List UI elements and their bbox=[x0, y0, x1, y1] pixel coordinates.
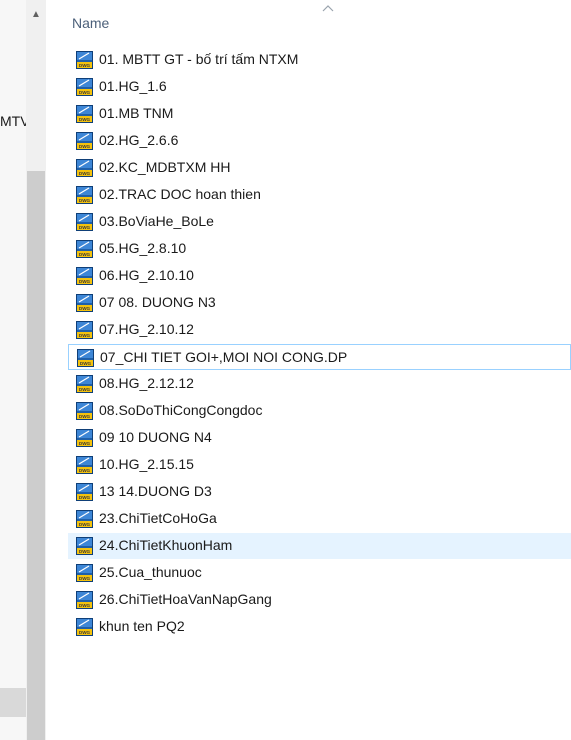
svg-text:DWG: DWG bbox=[79, 117, 91, 122]
file-name: 02.TRAC DOC hoan thien bbox=[99, 186, 261, 202]
file-name: khun ten PQ2 bbox=[99, 618, 185, 634]
file-name: 01.HG_1.6 bbox=[99, 78, 167, 94]
dwg-file-icon: DWG bbox=[76, 267, 93, 285]
file-row[interactable]: DWG 13 14.DUONG D3 bbox=[68, 479, 571, 505]
file-row[interactable]: DWG 26.ChiTietHoaVanNapGang bbox=[68, 587, 571, 613]
file-name: 26.ChiTietHoaVanNapGang bbox=[99, 591, 272, 607]
file-row[interactable]: DWG 05.HG_2.8.10 bbox=[68, 236, 571, 262]
file-name: 09 10 DUONG N4 bbox=[99, 429, 212, 445]
file-name: 02.HG_2.6.6 bbox=[99, 132, 179, 148]
svg-text:DWG: DWG bbox=[79, 387, 91, 392]
nav-item-label[interactable]: MTV bbox=[0, 113, 26, 129]
dwg-file-icon: DWG bbox=[76, 105, 93, 123]
svg-text:DWG: DWG bbox=[79, 414, 91, 419]
svg-text:DWG: DWG bbox=[79, 549, 91, 554]
file-row[interactable]: DWG 08.HG_2.12.12 bbox=[68, 371, 571, 397]
file-name: 07 08. DUONG N3 bbox=[99, 294, 216, 310]
file-row[interactable]: DWG 02.KC_MDBTXM HH bbox=[68, 155, 571, 181]
nav-scrollbar[interactable]: ▲ bbox=[26, 0, 46, 740]
file-name: 01.MB TNM bbox=[99, 105, 174, 121]
svg-text:DWG: DWG bbox=[79, 198, 91, 203]
dwg-file-icon: DWG bbox=[76, 240, 93, 258]
file-name: 07_CHI TIET GOI+,MOI NOI CONG.DP bbox=[100, 349, 348, 365]
dwg-file-icon: DWG bbox=[76, 456, 93, 474]
file-name: 08.SoDoThiCongCongdoc bbox=[99, 402, 263, 418]
file-name: 02.KC_MDBTXM HH bbox=[99, 159, 231, 175]
dwg-file-icon: DWG bbox=[76, 321, 93, 339]
dwg-file-icon: DWG bbox=[76, 186, 93, 204]
navigation-pane: MTV bbox=[0, 0, 26, 740]
nav-selected-item[interactable] bbox=[0, 688, 26, 717]
dwg-file-icon: DWG bbox=[76, 564, 93, 582]
file-row[interactable]: DWG 10.HG_2.15.15 bbox=[68, 452, 571, 478]
file-name: 25.Cua_thunuoc bbox=[99, 564, 202, 580]
file-row[interactable]: DWG 07_CHI TIET GOI+,MOI NOI CONG.DP bbox=[68, 344, 571, 370]
svg-text:DWG: DWG bbox=[79, 90, 91, 95]
dwg-file-icon: DWG bbox=[76, 159, 93, 177]
file-name: 13 14.DUONG D3 bbox=[99, 483, 212, 499]
svg-text:DWG: DWG bbox=[79, 468, 91, 473]
dwg-file-icon: DWG bbox=[76, 618, 93, 636]
dwg-file-icon: DWG bbox=[76, 375, 93, 393]
file-name: 07.HG_2.10.12 bbox=[99, 321, 194, 337]
file-list: Name DWG 01. MBTT GT - bố trí tấm NTXM D… bbox=[46, 0, 571, 740]
file-name: 03.BoViaHe_BoLe bbox=[99, 213, 214, 229]
file-name: 01. MBTT GT - bố trí tấm NTXM bbox=[99, 51, 299, 67]
column-header-name[interactable]: Name bbox=[72, 15, 109, 31]
file-row[interactable]: DWG 23.ChiTietCoHoGa bbox=[68, 506, 571, 532]
dwg-file-icon: DWG bbox=[76, 132, 93, 150]
dwg-file-icon: DWG bbox=[76, 537, 93, 555]
file-row[interactable]: DWG 02.HG_2.6.6 bbox=[68, 128, 571, 154]
file-name: 08.HG_2.12.12 bbox=[99, 375, 194, 391]
dwg-file-icon: DWG bbox=[76, 294, 93, 312]
file-row[interactable]: DWG 01.MB TNM bbox=[68, 101, 571, 127]
dwg-file-icon: DWG bbox=[76, 402, 93, 420]
dwg-file-icon: DWG bbox=[76, 591, 93, 609]
dwg-file-icon: DWG bbox=[77, 349, 94, 367]
file-row[interactable]: DWG 07.HG_2.10.12 bbox=[68, 317, 571, 343]
svg-text:DWG: DWG bbox=[79, 576, 91, 581]
svg-text:DWG: DWG bbox=[79, 171, 91, 176]
svg-text:DWG: DWG bbox=[80, 361, 92, 366]
dwg-file-icon: DWG bbox=[76, 429, 93, 447]
file-name: 23.ChiTietCoHoGa bbox=[99, 510, 217, 526]
file-row[interactable]: DWG 06.HG_2.10.10 bbox=[68, 263, 571, 289]
svg-text:DWG: DWG bbox=[79, 252, 91, 257]
file-row[interactable]: DWG 24.ChiTietKhuonHam bbox=[68, 533, 571, 559]
svg-text:DWG: DWG bbox=[79, 630, 91, 635]
file-name: 24.ChiTietKhuonHam bbox=[99, 537, 233, 553]
scroll-up-icon[interactable]: ▲ bbox=[26, 4, 46, 26]
dwg-file-icon: DWG bbox=[76, 483, 93, 501]
sort-ascending-icon bbox=[322, 5, 334, 12]
file-name: 05.HG_2.8.10 bbox=[99, 240, 187, 256]
svg-text:DWG: DWG bbox=[79, 495, 91, 500]
file-row[interactable]: DWG khun ten PQ2 bbox=[68, 614, 571, 640]
svg-text:DWG: DWG bbox=[79, 144, 91, 149]
dwg-file-icon: DWG bbox=[76, 510, 93, 528]
svg-text:DWG: DWG bbox=[79, 225, 91, 230]
svg-text:DWG: DWG bbox=[79, 279, 91, 284]
file-row[interactable]: DWG 25.Cua_thunuoc bbox=[68, 560, 571, 586]
svg-text:DWG: DWG bbox=[79, 333, 91, 338]
file-row[interactable]: DWG 03.BoViaHe_BoLe bbox=[68, 209, 571, 235]
file-row[interactable]: DWG 02.TRAC DOC hoan thien bbox=[68, 182, 571, 208]
file-name: 06.HG_2.10.10 bbox=[99, 267, 194, 283]
dwg-file-icon: DWG bbox=[76, 78, 93, 96]
svg-text:DWG: DWG bbox=[79, 63, 91, 68]
file-row[interactable]: DWG 09 10 DUONG N4 bbox=[68, 425, 571, 451]
svg-text:DWG: DWG bbox=[79, 603, 91, 608]
dwg-file-icon: DWG bbox=[76, 51, 93, 69]
svg-text:DWG: DWG bbox=[79, 441, 91, 446]
file-row[interactable]: DWG 01. MBTT GT - bố trí tấm NTXM bbox=[68, 47, 571, 73]
svg-text:DWG: DWG bbox=[79, 306, 91, 311]
scrollbar-thumb[interactable] bbox=[27, 171, 45, 740]
svg-text:DWG: DWG bbox=[79, 522, 91, 527]
file-name: 10.HG_2.15.15 bbox=[99, 456, 194, 472]
dwg-file-icon: DWG bbox=[76, 213, 93, 231]
file-row[interactable]: DWG 08.SoDoThiCongCongdoc bbox=[68, 398, 571, 424]
file-row[interactable]: DWG 07 08. DUONG N3 bbox=[68, 290, 571, 316]
file-row[interactable]: DWG 01.HG_1.6 bbox=[68, 74, 571, 100]
